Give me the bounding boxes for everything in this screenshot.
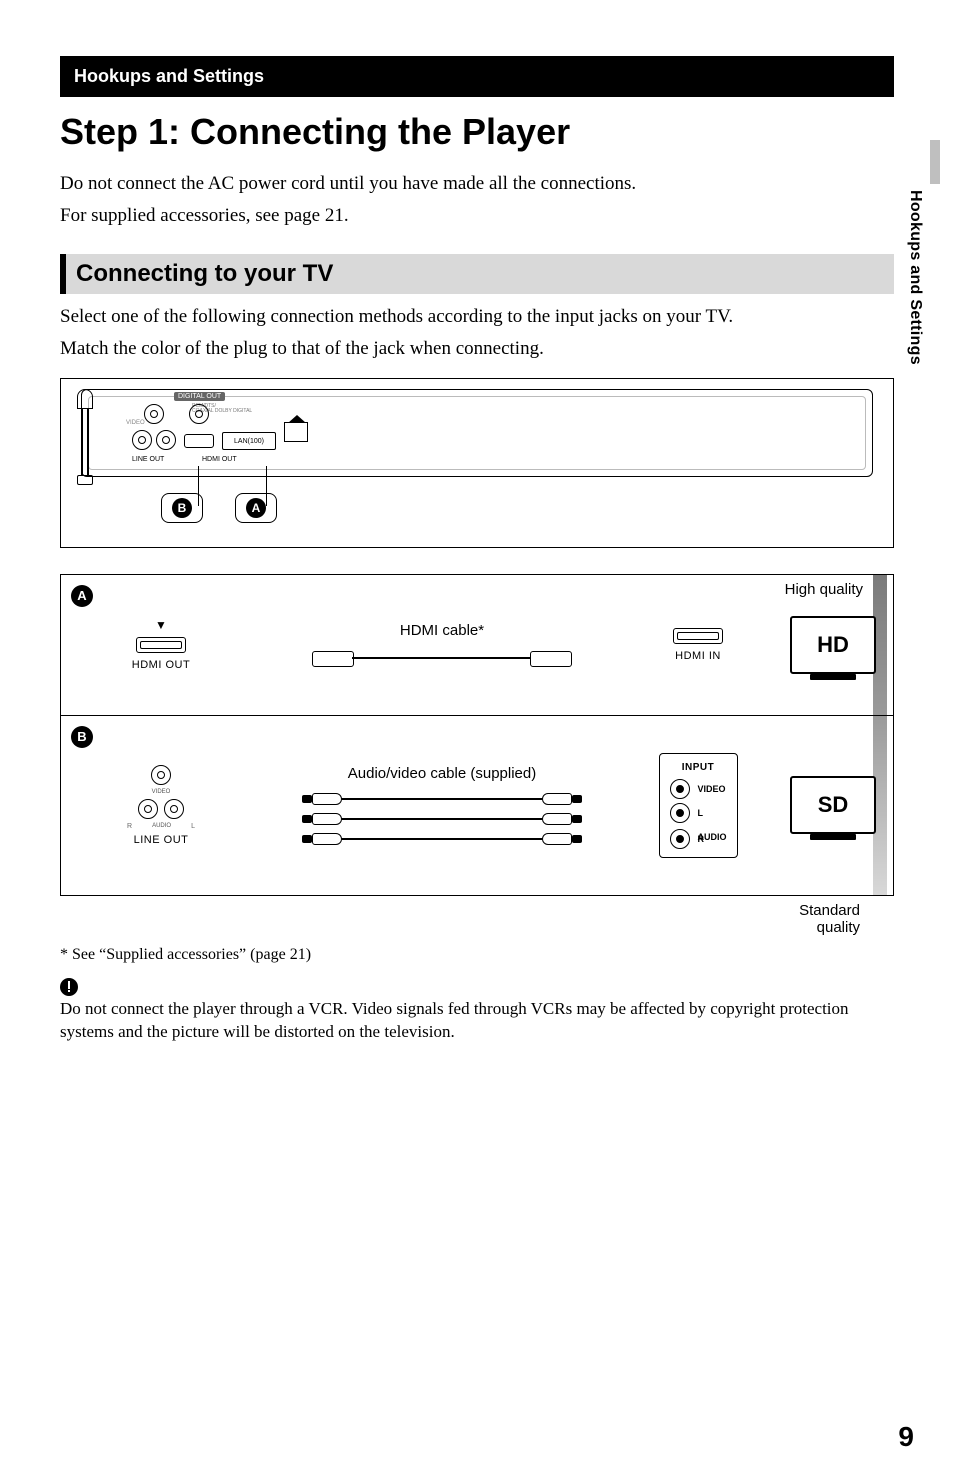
power-cord-icon bbox=[75, 389, 95, 489]
hdmi-out-icon: ▼ HDMI OUT bbox=[132, 619, 190, 671]
av-cable-icon bbox=[312, 792, 572, 846]
house-col bbox=[284, 420, 308, 442]
connection-row-b: B VIDEO R AUDIO L LINE OUT bbox=[61, 715, 893, 895]
audio-l-out-jack bbox=[164, 799, 184, 819]
row-b-right: INPUT VIDEO L AUDIO R bbox=[623, 716, 773, 895]
badge-a: A bbox=[246, 498, 266, 518]
lan-col: LAN(100) bbox=[222, 430, 276, 450]
tv-input-box: INPUT VIDEO L AUDIO R bbox=[659, 753, 738, 858]
page-number: 9 bbox=[898, 1421, 914, 1453]
page-title: Step 1: Connecting the Player bbox=[60, 111, 894, 153]
hdmi-port-icon bbox=[184, 434, 214, 448]
line-out-port-label: LINE OUT bbox=[134, 834, 189, 846]
coaxial-jack bbox=[189, 404, 209, 424]
row-b-badge: B bbox=[71, 726, 93, 748]
in-r-lbl: R bbox=[698, 834, 705, 844]
connection-table: A High quality ▼ HDMI OUT HDMI cable* HD… bbox=[60, 574, 894, 896]
house-icon bbox=[284, 422, 308, 442]
audio-tiny-label: AUDIO bbox=[152, 823, 171, 830]
lineout-icon: VIDEO R AUDIO L LINE OUT bbox=[127, 765, 195, 846]
in-l-lbl: L bbox=[698, 808, 704, 818]
input-header: INPUT bbox=[682, 762, 715, 773]
coax-col bbox=[184, 404, 214, 448]
row-b-mid: Audio/video cable (supplied) bbox=[261, 716, 623, 895]
row-a-badge: A bbox=[71, 585, 93, 607]
hdmi-slot-icon bbox=[136, 637, 186, 653]
ports-cluster: LAN(100) bbox=[132, 404, 308, 450]
row-a-mid: HDMI cable* bbox=[261, 575, 623, 715]
badge-b: B bbox=[172, 498, 192, 518]
intro-line-2: For supplied accessories, see page 21. bbox=[60, 203, 894, 229]
video-out-jack bbox=[151, 765, 171, 785]
standard-quality-label: Standardquality bbox=[60, 902, 894, 936]
callout-b: B bbox=[161, 493, 203, 523]
hdmi-in-slot-icon bbox=[673, 628, 723, 644]
tv-sd-icon: SD bbox=[790, 776, 876, 834]
footnote: * See “Supplied accessories” (page 21) bbox=[60, 946, 894, 964]
hdmi-in-label: HDMI IN bbox=[675, 650, 721, 662]
audio-l-jack bbox=[156, 430, 176, 450]
row-b-quality: SD bbox=[773, 716, 893, 895]
section-header-bar: Hookups and Settings bbox=[60, 56, 894, 97]
hdmi-cable-label: HDMI cable* bbox=[400, 622, 484, 639]
sub-body-2: Match the color of the plug to that of t… bbox=[60, 336, 894, 362]
side-tab-label: Hookups and Settings bbox=[906, 190, 924, 365]
audio-r-out-jack bbox=[138, 799, 158, 819]
digital-out-label: DIGITAL OUT bbox=[174, 392, 225, 401]
subheading-wrap: Connecting to your TV bbox=[60, 254, 894, 294]
caution-icon bbox=[60, 978, 78, 996]
callout-a: A bbox=[235, 493, 277, 523]
hdmi-out-port-label: HDMI OUT bbox=[132, 659, 190, 671]
in-video-lbl: VIDEO bbox=[698, 784, 726, 794]
video-jack bbox=[144, 404, 164, 424]
l-label: L bbox=[191, 823, 195, 830]
row-a-quality: HD bbox=[773, 575, 893, 715]
hdmi-in-icon: HDMI IN bbox=[673, 628, 723, 662]
av-cable-label: Audio/video cable (supplied) bbox=[348, 765, 536, 782]
arrow-down-icon: ▼ bbox=[155, 619, 167, 631]
intro-line-1: Do not connect the AC power cord until y… bbox=[60, 171, 894, 197]
line-out-label: LINE OUT bbox=[132, 456, 164, 463]
page: Hookups and Settings Hookups and Setting… bbox=[0, 0, 954, 1483]
callouts: B A bbox=[161, 493, 277, 523]
r-label: R bbox=[127, 823, 132, 830]
hdmi-cable-icon bbox=[312, 649, 572, 667]
caution-text: Do not connect the player through a VCR.… bbox=[60, 998, 894, 1044]
connection-row-a: A High quality ▼ HDMI OUT HDMI cable* HD… bbox=[61, 575, 893, 715]
lan-port: LAN(100) bbox=[222, 432, 276, 450]
video-tiny-label: VIDEO bbox=[152, 789, 171, 795]
in-r-jack2 bbox=[670, 829, 690, 849]
hdmi-out-label: HDMI OUT bbox=[202, 456, 237, 463]
section-header-text: Hookups and Settings bbox=[74, 66, 264, 86]
subheading: Connecting to your TV bbox=[60, 254, 894, 294]
video-port-col bbox=[132, 404, 176, 450]
side-tab-mark bbox=[930, 140, 940, 184]
audio-r-jack bbox=[132, 430, 152, 450]
in-l-jack bbox=[670, 803, 690, 823]
tv-hd-icon: HD bbox=[790, 616, 876, 674]
in-video-jack bbox=[670, 779, 690, 799]
caution-block: Do not connect the player through a VCR.… bbox=[60, 964, 894, 1044]
rear-device-outline: DIGITAL OUT PCM/DTS/COAXIAL DOLBY DIGITA… bbox=[81, 389, 873, 477]
rear-panel-diagram: DIGITAL OUT PCM/DTS/COAXIAL DOLBY DIGITA… bbox=[60, 378, 894, 548]
sub-body-1: Select one of the following connection m… bbox=[60, 304, 894, 330]
row-a-right: HDMI IN bbox=[623, 575, 773, 715]
